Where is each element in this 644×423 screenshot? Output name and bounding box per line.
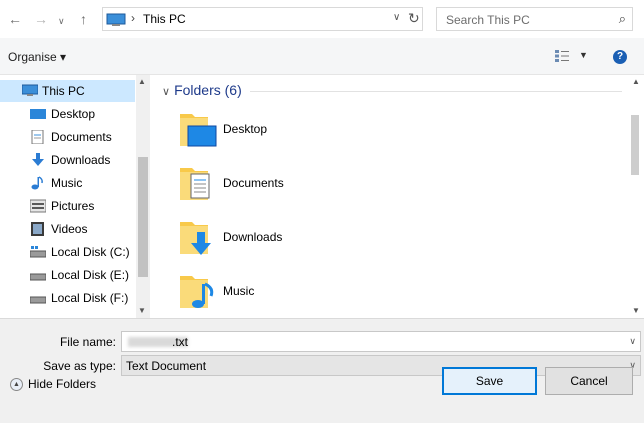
breadcrumb-separator: › bbox=[131, 11, 135, 25]
hide-folders-button[interactable]: ▲ Hide Folders bbox=[10, 377, 97, 392]
sidebar-item-this-pc[interactable]: This PC bbox=[0, 80, 135, 102]
sidebar-item-label: Local Disk (E:) bbox=[51, 268, 130, 282]
hide-folders-chevron-icon: ▲ bbox=[10, 378, 23, 392]
save-button[interactable]: Save bbox=[442, 367, 537, 395]
sidebar-item-pictures[interactable]: Pictures bbox=[0, 195, 135, 217]
local-disk-icon bbox=[30, 296, 46, 304]
view-dropdown-icon[interactable]: ▼ bbox=[579, 50, 588, 60]
sidebar-item-label: Desktop bbox=[51, 107, 96, 121]
search-placeholder: Search This PC bbox=[446, 13, 530, 27]
toolbar: Organise ▾ ▼ ? bbox=[0, 38, 644, 75]
sidebar-item-videos[interactable]: Videos bbox=[0, 218, 135, 240]
save-as-type-value: Text Document bbox=[126, 359, 207, 373]
folders-group-label: Folders (6) bbox=[174, 82, 242, 98]
folder-item-desktop[interactable]: Desktop bbox=[178, 108, 478, 154]
folder-label: Documents bbox=[223, 176, 284, 190]
desktop-icon bbox=[30, 109, 46, 119]
desktop-folder-icon bbox=[180, 114, 217, 147]
address-dropdown-icon[interactable]: ∨ bbox=[393, 12, 400, 23]
documents-icon bbox=[31, 130, 44, 144]
folder-item-documents[interactable]: Documents bbox=[178, 162, 478, 208]
folder-item-music[interactable]: Music bbox=[178, 270, 478, 316]
hide-folders-label: Hide Folders bbox=[28, 377, 97, 391]
change-view-icon[interactable] bbox=[555, 50, 569, 62]
local-disk-c-icon bbox=[30, 246, 46, 258]
back-icon[interactable]: ← bbox=[8, 12, 22, 26]
sidebar-item-desktop[interactable]: Desktop bbox=[0, 103, 135, 125]
sidebar-item-label: Documents bbox=[51, 130, 112, 144]
content-scroll-thumb[interactable] bbox=[631, 115, 639, 175]
sidebar-item-label: Local Disk (C:) bbox=[51, 245, 130, 259]
scroll-down-icon[interactable]: ▼ bbox=[632, 306, 640, 315]
folder-label: Music bbox=[223, 284, 255, 298]
sidebar-item-local-disk-f[interactable]: Local Disk (F:) bbox=[0, 287, 135, 309]
sidebar-item-label: This PC bbox=[42, 84, 85, 98]
sidebar-item-downloads[interactable]: Downloads bbox=[0, 149, 135, 171]
search-icon[interactable]: ⌕ bbox=[619, 11, 626, 27]
file-name-value: .txt bbox=[172, 335, 189, 349]
local-disk-icon bbox=[30, 273, 46, 281]
downloads-icon bbox=[32, 153, 44, 166]
sidebar-item-label: Downloads bbox=[51, 153, 111, 167]
scroll-up-icon[interactable]: ▲ bbox=[138, 77, 146, 86]
folder-label: Downloads bbox=[223, 230, 283, 244]
folder-item-downloads[interactable]: Downloads bbox=[178, 216, 478, 262]
documents-folder-icon bbox=[180, 168, 210, 200]
navigation-pane: This PC Desktop Documents Downloads Musi… bbox=[0, 75, 150, 318]
sidebar-scroll-thumb[interactable] bbox=[138, 157, 148, 277]
help-icon[interactable]: ? bbox=[613, 50, 627, 64]
scroll-up-icon[interactable]: ▲ bbox=[632, 77, 640, 86]
sidebar-item-label: Pictures bbox=[51, 199, 95, 213]
music-folder-icon bbox=[180, 276, 214, 308]
pictures-icon bbox=[30, 199, 46, 213]
search-input[interactable]: Search This PC ⌕ bbox=[436, 7, 633, 31]
folders-group-header[interactable]: ∨ Folders (6) bbox=[162, 82, 242, 98]
sidebar-item-music[interactable]: Music bbox=[0, 172, 135, 194]
this-pc-icon bbox=[22, 84, 38, 96]
recent-locations-chevron-icon[interactable]: ∨ bbox=[58, 14, 65, 28]
file-name-label: File name: bbox=[59, 335, 116, 349]
sidebar-item-label: Music bbox=[51, 176, 83, 190]
file-name-field[interactable]: .txt ∨ bbox=[121, 331, 641, 352]
content-scrollbar[interactable]: ▲ ▼ bbox=[628, 75, 644, 318]
folder-label: Desktop bbox=[223, 122, 268, 136]
save-as-type-label: Save as type: bbox=[43, 359, 116, 373]
this-pc-icon bbox=[106, 13, 126, 26]
videos-icon bbox=[31, 222, 44, 236]
music-icon bbox=[31, 176, 43, 190]
address-bar[interactable]: › This PC ∨ ↻ bbox=[102, 7, 423, 31]
collapse-chevron-icon[interactable]: ∨ bbox=[162, 86, 170, 98]
forward-icon[interactable]: → bbox=[34, 12, 48, 26]
breadcrumb-this-pc[interactable]: This PC bbox=[143, 12, 186, 26]
sidebar-scrollbar[interactable]: ▲ ▼ bbox=[136, 75, 150, 318]
sidebar-item-label: Local Disk (F:) bbox=[51, 291, 129, 305]
sidebar-item-documents[interactable]: Documents bbox=[0, 126, 135, 148]
sidebar-item-local-disk-c[interactable]: Local Disk (C:) bbox=[0, 241, 135, 263]
scroll-down-icon[interactable]: ▼ bbox=[138, 306, 146, 315]
group-divider bbox=[250, 91, 622, 92]
cancel-button[interactable]: Cancel bbox=[545, 367, 633, 395]
sidebar-item-label: Videos bbox=[51, 222, 88, 236]
organise-button[interactable]: Organise ▾ bbox=[8, 50, 66, 64]
file-name-dropdown-icon[interactable]: ∨ bbox=[629, 336, 636, 347]
refresh-icon[interactable]: ↻ bbox=[408, 10, 420, 27]
downloads-folder-icon bbox=[180, 222, 211, 255]
up-icon[interactable]: ↑ bbox=[80, 12, 87, 26]
sidebar-item-local-disk-e[interactable]: Local Disk (E:) bbox=[0, 264, 135, 286]
